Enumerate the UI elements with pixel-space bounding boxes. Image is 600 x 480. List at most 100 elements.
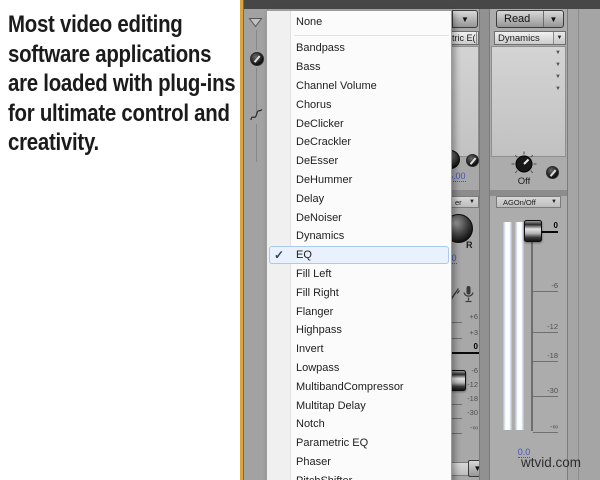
page: Most video editing software applications… — [0, 0, 600, 480]
menu-item-chorus[interactable]: Chorus — [267, 95, 451, 114]
menu-item-label: DeNoiser — [296, 211, 342, 224]
volume-fader-handle[interactable] — [524, 220, 542, 242]
empty-slot-dropdown-arrow[interactable]: ▼ — [552, 50, 564, 60]
chevron-down-icon: ▼ — [461, 14, 469, 24]
effects-bypass-icon[interactable] — [250, 52, 264, 66]
plugin-menu: None Bandpass Bass Channel Volume Chorus DeCl… — [266, 10, 452, 480]
collapse-triangle-icon[interactable] — [248, 17, 263, 28]
menu-item-label: Chorus — [296, 98, 332, 111]
menu-item-fill-left[interactable]: Fill Left — [267, 265, 451, 284]
chevron-down-icon: ▼ — [543, 11, 563, 27]
effect-slots-panel: ▼ ▼ ▼ ▼ — [491, 46, 566, 157]
toolbar-divider — [256, 124, 257, 162]
menu-item-lowpass[interactable]: Lowpass — [267, 359, 451, 378]
automation-mode-dropdown-left[interactable]: ▼ — [452, 10, 478, 28]
menu-item-channel-volume[interactable]: Channel Volume — [267, 77, 451, 96]
menu-item-invert[interactable]: Invert — [267, 340, 451, 359]
scale-label: +6 — [469, 312, 478, 321]
caption-line: are loaded with plug-ins — [8, 70, 236, 98]
menu-item-delay[interactable]: Delay — [267, 189, 451, 208]
toolbar-divider — [256, 30, 257, 50]
output-assign-bar-left[interactable] — [449, 462, 469, 476]
menu-item-denoiser[interactable]: DeNoiser — [267, 208, 451, 227]
empty-slot-dropdown-arrow[interactable]: ▼ — [552, 86, 564, 96]
menu-item-multibandcompressor[interactable]: MultibandCompressor — [267, 377, 451, 396]
mic-input-icon[interactable] — [462, 285, 475, 304]
effect-slot-header-left[interactable]: tric E( ▼ — [448, 31, 479, 45]
scale-label: 0 — [473, 342, 478, 351]
menu-item-label: Highpass — [296, 324, 342, 337]
param-select-label: AGOn/Off — [503, 197, 536, 207]
effect-slot-label: Dynamics — [498, 32, 540, 44]
level-meter-right-bar — [515, 222, 524, 430]
menu-item-label: PitchShifter — [296, 475, 352, 480]
menu-item-pitchshifter[interactable]: PitchShifter — [267, 471, 451, 480]
menu-item-label: Bass — [296, 61, 321, 74]
automation-pen-icon[interactable] — [249, 107, 264, 124]
empty-slot-dropdown-arrow[interactable]: ▼ — [552, 62, 564, 72]
menu-item-declicker[interactable]: DeClicker — [267, 114, 451, 133]
param-select-dropdown-left[interactable]: er ▼ — [448, 196, 479, 208]
menu-item-none[interactable]: None — [267, 12, 451, 32]
menu-item-flanger[interactable]: Flanger — [267, 302, 451, 321]
effect-slots-panel-left — [448, 46, 479, 157]
automation-mode-label: Read — [504, 13, 531, 25]
menu-item-label: Flanger — [296, 305, 334, 318]
menu-item-parametric-eq[interactable]: Parametric EQ — [267, 434, 451, 453]
audio-mixer-panel: ▼ tric E( ▼ 5.00 z er ▼ R 1.0 +6+30-6-12… — [240, 0, 600, 480]
menu-item-label: DeEsser — [296, 155, 339, 168]
menu-item-label: Delay — [296, 192, 325, 205]
checkmark-icon: ✓ — [274, 248, 285, 263]
menu-item-label: DeClicker — [296, 117, 344, 130]
effect-bypass-button-left[interactable] — [466, 154, 479, 167]
menu-item-eq[interactable]: ✓ EQ — [267, 246, 451, 265]
menu-item-label: EQ — [296, 249, 312, 262]
empty-slot-dropdown-arrow[interactable]: ▼ — [552, 74, 564, 84]
menu-item-label: DeCrackler — [296, 136, 352, 149]
menu-item-label: DeHummer — [296, 173, 353, 186]
effect-bypass-button[interactable] — [546, 166, 559, 179]
scale-label: -30 — [467, 408, 478, 417]
menu-item-label: Invert — [296, 343, 324, 356]
panel-right-line — [578, 9, 579, 480]
menu-item-dynamics[interactable]: Dynamics — [267, 227, 451, 246]
mixer-toolbar — [244, 9, 268, 480]
menu-separator — [294, 35, 449, 36]
menu-item-deesser[interactable]: DeEsser — [267, 152, 451, 171]
param-select-dropdown[interactable]: AGOn/Off ▼ — [496, 196, 561, 208]
menu-item-label: Fill Left — [296, 267, 332, 280]
menu-item-label: Dynamics — [296, 230, 345, 243]
effect-slot-label: tric E( — [452, 33, 476, 43]
menu-item-label: Phaser — [296, 455, 331, 468]
menu-item-label: Channel Volume — [296, 79, 377, 92]
menu-item-multitap-delay[interactable]: Multitap Delay — [267, 396, 451, 415]
menu-item-highpass[interactable]: Highpass — [267, 321, 451, 340]
menu-item-label: Bandpass — [296, 42, 345, 55]
menu-item-phaser[interactable]: Phaser — [267, 453, 451, 472]
panel-right-gutter — [568, 9, 600, 480]
knob-value-label: Off — [517, 176, 531, 187]
menu-item-bass[interactable]: Bass — [267, 58, 451, 77]
effect-slot-header[interactable]: Dynamics ▼ — [494, 31, 566, 45]
fader-track[interactable] — [531, 222, 533, 431]
caption-line: for ultimate control and — [8, 99, 230, 127]
effect-knob[interactable] — [510, 150, 538, 178]
scale-label: +3 — [469, 328, 478, 337]
menu-item-bandpass[interactable]: Bandpass — [267, 39, 451, 58]
automation-mode-dropdown[interactable]: Read ▼ — [496, 10, 564, 28]
channel-divider — [479, 9, 490, 480]
scale-label: -∞ — [470, 423, 478, 432]
menu-item-fill-right[interactable]: Fill Right — [267, 283, 451, 302]
caption-line: software applications — [8, 40, 212, 68]
menu-item-label: Fill Right — [296, 286, 339, 299]
menu-item-dehummer[interactable]: DeHummer — [267, 171, 451, 190]
menu-item-notch[interactable]: Notch — [267, 415, 451, 434]
level-meter-left-bar — [503, 222, 512, 430]
menu-item-decrackler[interactable]: DeCrackler — [267, 133, 451, 152]
volume-fader-handle-left[interactable] — [450, 370, 466, 391]
menu-item-label: None — [296, 16, 323, 28]
menu-item-label: Lowpass — [296, 361, 340, 374]
menu-item-label: Multitap Delay — [296, 399, 366, 412]
watermark: wtvid.com — [521, 455, 582, 470]
pan-right-indicator: R — [466, 240, 473, 250]
